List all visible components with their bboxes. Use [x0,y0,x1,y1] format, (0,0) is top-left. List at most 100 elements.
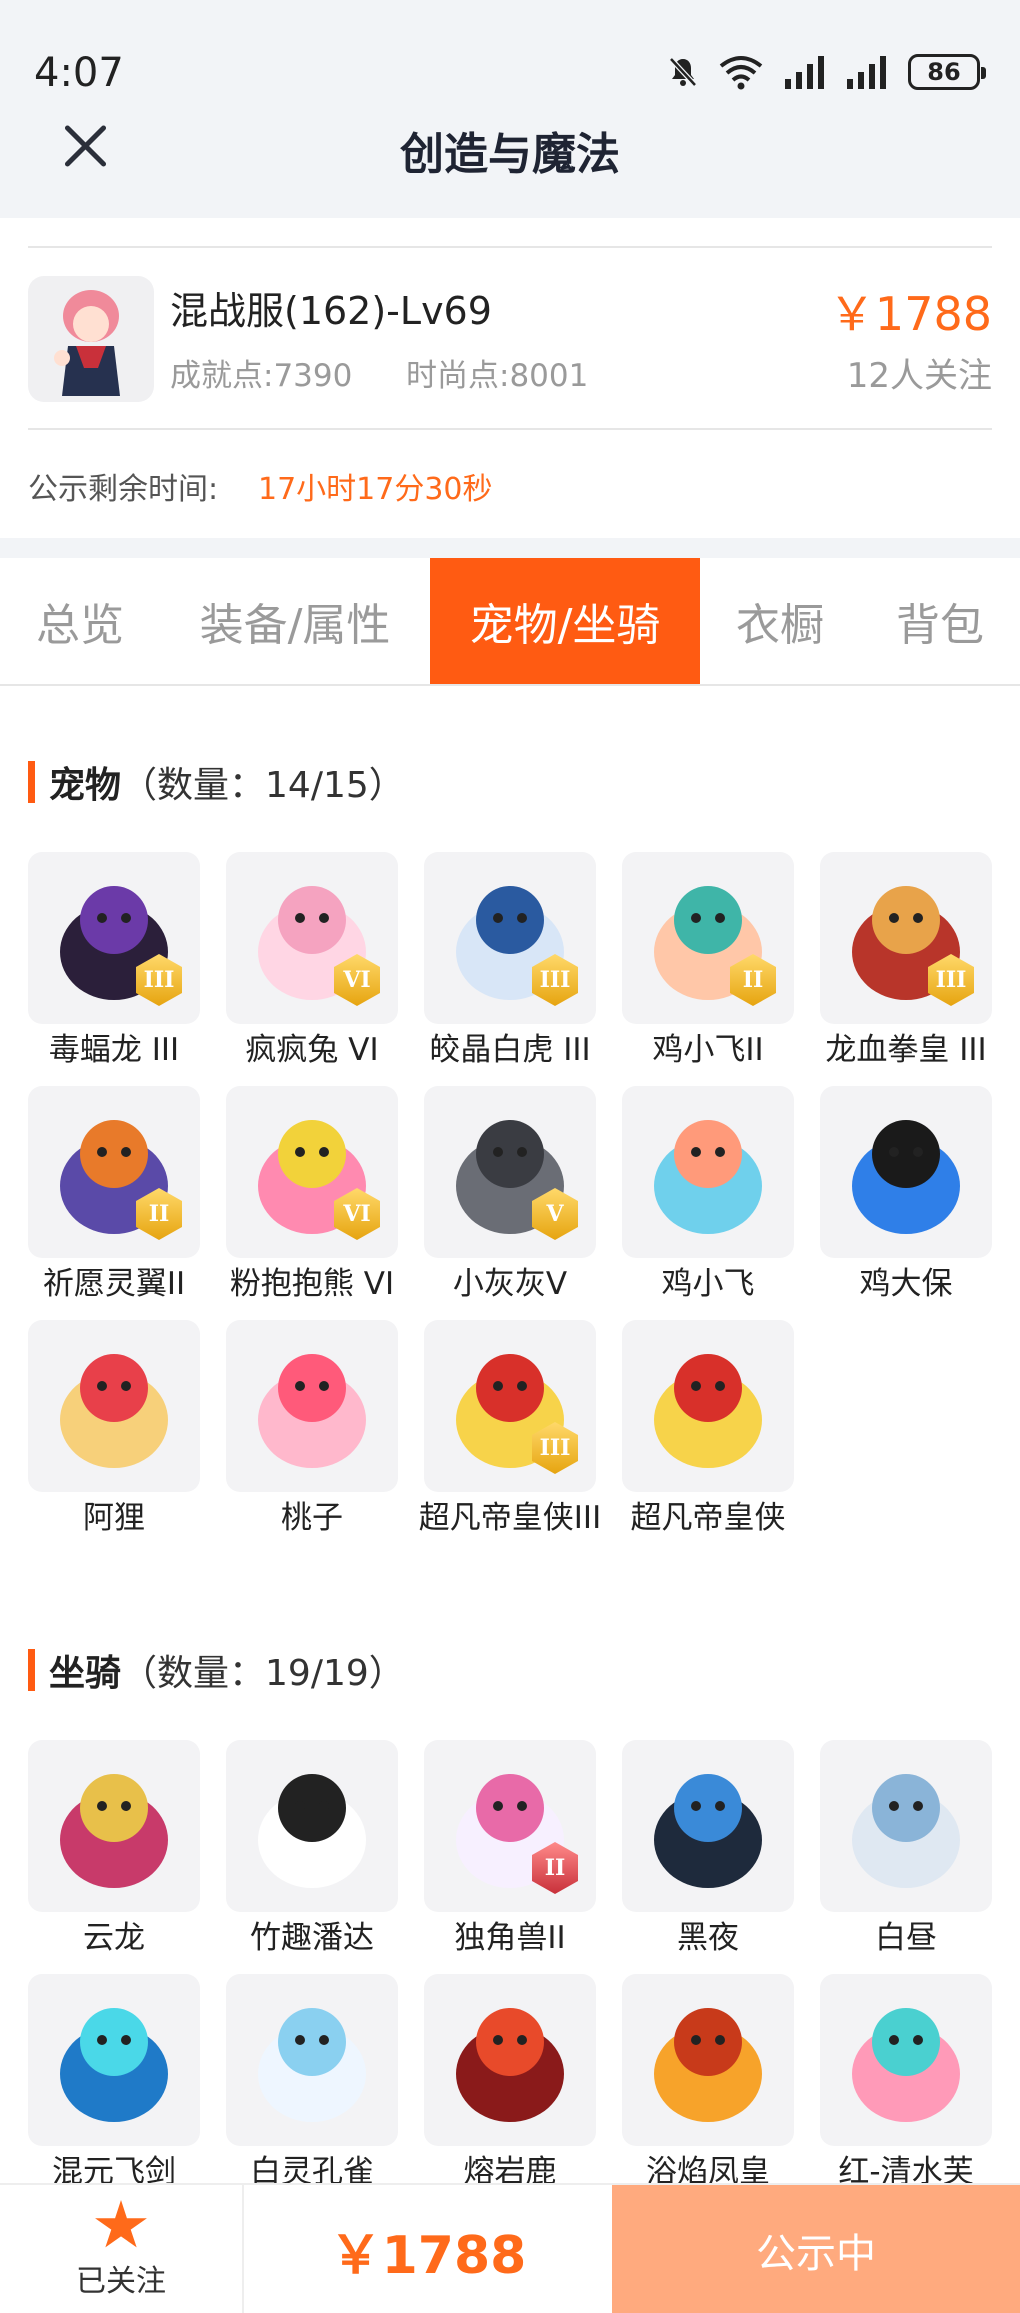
tab-pets-mounts[interactable]: 宠物/坐骑 [430,558,700,684]
list-item[interactable]: 云龙 [28,1740,200,1958]
item-thumbnail: VI [226,1086,398,1258]
list-item[interactable]: 黑夜 [622,1740,794,1958]
wifi-icon [718,54,764,90]
lotus-icon [852,2008,960,2122]
item-thumbnail: III [28,852,200,1024]
item-name: 云龙 [83,1920,145,1956]
list-item[interactable]: II 祈愿灵翼II [28,1086,200,1304]
list-item[interactable]: 鸡小飞 [622,1086,794,1304]
bottom-price: ￥1788 [329,2225,527,2286]
item-thumbnail [622,1320,794,1492]
list-item[interactable]: VI 粉抱抱熊 VI [226,1086,398,1304]
item-name: 鸡小飞II [652,1032,764,1068]
item-name: 皎晶白虎 III [429,1032,591,1068]
item-thumbnail [226,1974,398,2146]
tab-overview[interactable]: 总览 [0,558,160,684]
pets-section-header: 宠物 （数量：14/15） [28,760,405,806]
tab-bar: 总览 装备/属性 宠物/坐骑 衣橱 背包 [0,558,1020,686]
remaining-time-label: 公示剩余时间: [28,472,219,507]
list-item[interactable]: V 小灰灰V [424,1086,596,1304]
white-peacock-icon [258,2008,366,2122]
item-name: 桃子 [281,1500,343,1536]
list-item[interactable]: 阿狸 [28,1320,200,1538]
battery-icon: 86 [908,54,986,90]
item-name: 龙血拳皇 III [825,1032,987,1068]
divider [28,428,992,430]
item-name: 黑夜 [677,1920,739,1956]
mounts-grid: 云龙 竹趣潘达 II 独角兽II 黑夜 白昼混元飞剑 白灵孔雀 熔岩鹿 浴焰凤皇 红-清水芙 [28,1740,992,2192]
page-title: 创造与魔法 [400,129,620,180]
signal-icon [784,55,826,89]
item-thumbnail [820,1740,992,1912]
mute-bell-icon [668,56,698,88]
item-thumbnail: II [622,852,794,1024]
list-item[interactable]: II 独角兽II [424,1740,596,1958]
list-item[interactable]: III 毒蝠龙 III [28,852,200,1070]
item-name: 祈愿灵翼II [42,1266,186,1302]
list-item[interactable]: 熔岩鹿 [424,1974,596,2192]
blue-bird-sunglasses-icon [852,1120,960,1234]
list-item[interactable]: 鸡大保 [820,1086,992,1304]
public-status-button[interactable]: 公示中 [612,2185,1020,2313]
day-dragon-icon [852,1774,960,1888]
achievement-points: 成就点:7390 [170,358,353,394]
item-thumbnail [820,1086,992,1258]
bottom-bar: 已关注 ￥1788 公示中 [0,2183,1020,2313]
item-name: 疯疯兔 VI [245,1032,379,1068]
follow-count: 12人关注 [846,356,992,396]
item-name: 超凡帝皇侠 [630,1500,786,1536]
list-item[interactable]: 红-清水芙 [820,1974,992,2192]
pets-count: （数量：14/15） [121,765,405,806]
mounts-section-header: 坐骑 （数量：19/19） [28,1648,405,1694]
mounts-title: 坐骑 [49,1653,122,1694]
item-thumbnail: V [424,1086,596,1258]
mounts-count: （数量：19/19） [121,1653,405,1694]
list-item[interactable]: 超凡帝皇侠 [622,1320,794,1538]
blue-chick-icon [654,1120,762,1234]
item-thumbnail [622,1740,794,1912]
signal-icon-2 [846,55,888,89]
item-thumbnail: III [424,852,596,1024]
item-name: 小灰灰V [452,1266,568,1302]
account-card: 混战服(162)-Lv69 成就点:7390 时尚点:8001 ￥1788 12… [0,218,1020,538]
pets-title: 宠物 [49,765,122,806]
list-item[interactable]: 混元飞剑 [28,1974,200,2192]
tab-wardrobe[interactable]: 衣橱 [700,558,860,684]
phoenix-icon [654,2008,762,2122]
list-item[interactable]: II 鸡小飞II [622,852,794,1070]
tab-equipment[interactable]: 装备/属性 [160,558,430,684]
list-item[interactable]: III 龙血拳皇 III [820,852,992,1070]
item-name: 鸡大保 [859,1266,953,1302]
pink-fox-icon [258,1354,366,1468]
item-name: 阿狸 [83,1500,145,1536]
pets-grid: III 毒蝠龙 III VI 疯疯兔 VI III 皎晶白虎 III II 鸡小飞II III 龙… [28,852,992,1538]
section-marker [28,1649,35,1691]
item-name: 粉抱抱熊 VI [229,1266,395,1302]
list-item[interactable]: III 皎晶白虎 III [424,852,596,1070]
price: ￥1788 [828,287,992,341]
list-item[interactable]: 白灵孔雀 [226,1974,398,2192]
item-thumbnail: II [424,1740,596,1912]
follow-label: 已关注 [76,2264,166,2299]
follow-button[interactable]: 已关注 [0,2185,244,2313]
top-bar: 4:07 86 创造与魔法 [0,0,1020,218]
lion-hat-icon [60,1354,168,1468]
avatar [28,276,154,402]
item-thumbnail [622,1086,794,1258]
item-name: 鸡小飞 [661,1266,755,1302]
section-gap [0,538,1020,558]
list-item[interactable]: VI 疯疯兔 VI [226,852,398,1070]
panda-icon [258,1774,366,1888]
tab-backpack[interactable]: 背包 [860,558,1020,684]
item-name: 竹趣潘达 [250,1920,374,1956]
item-name: 超凡帝皇侠III [418,1500,602,1536]
list-item[interactable]: 白昼 [820,1740,992,1958]
list-item[interactable]: III 超凡帝皇侠III [419,1320,601,1538]
item-thumbnail [28,1320,200,1492]
item-thumbnail [622,1974,794,2146]
list-item[interactable]: 桃子 [226,1320,398,1538]
list-item[interactable]: 浴焰凤皇 [622,1974,794,2192]
item-thumbnail [28,1740,200,1912]
list-item[interactable]: 竹趣潘达 [226,1740,398,1958]
item-name: 白昼 [875,1920,937,1956]
